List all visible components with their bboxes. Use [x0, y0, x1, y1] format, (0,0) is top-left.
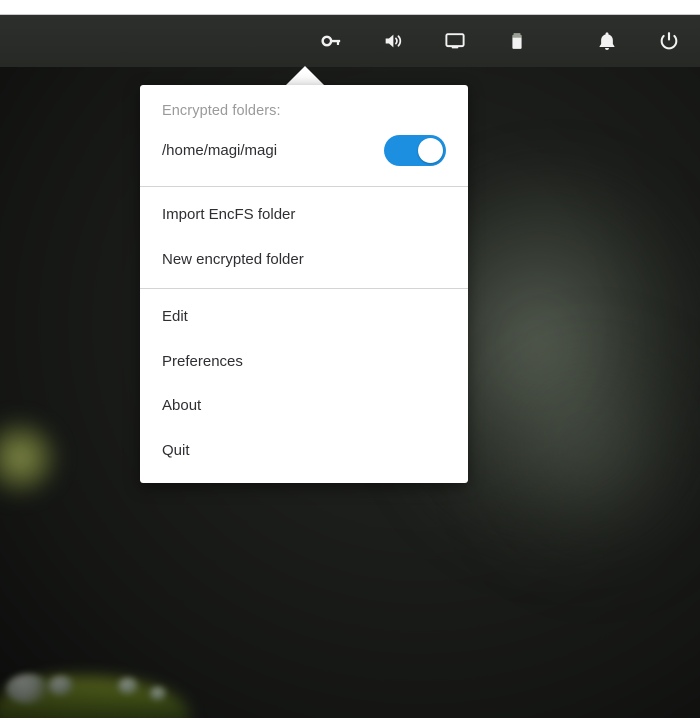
encrypted-folder-path: /home/magi/magi: [162, 142, 278, 159]
encrypted-folders-popup-menu: Encrypted folders: /home/magi/magi Impor…: [140, 85, 468, 483]
notification-bell-icon: [596, 30, 618, 52]
display-icon: [444, 30, 466, 52]
screen-top-strip: [0, 0, 700, 15]
app-menu-section: Edit Preferences About Quit: [140, 289, 468, 483]
menu-item-edit[interactable]: Edit: [140, 295, 468, 340]
popup-arrow: [285, 66, 325, 86]
power-icon: [658, 30, 680, 52]
menu-item-about[interactable]: About: [140, 384, 468, 429]
toggle-knob: [418, 138, 443, 163]
tray-display-button[interactable]: [424, 15, 486, 67]
tray-notifications-button[interactable]: [576, 15, 638, 67]
key-icon: [320, 30, 342, 52]
screen: Encrypted folders: /home/magi/magi Impor…: [0, 0, 700, 718]
menu-item-new-encrypted-folder[interactable]: New encrypted folder: [140, 238, 468, 283]
tray-volume-button[interactable]: [362, 15, 424, 67]
system-tray: [300, 15, 700, 67]
menu-item-import-encfs-folder[interactable]: Import EncFS folder: [140, 193, 468, 238]
menu-item-quit[interactable]: Quit: [140, 429, 468, 474]
top-panel: [0, 15, 700, 67]
battery-icon: [506, 30, 528, 52]
tray-spacer: [548, 15, 576, 67]
encrypted-folders-header: Encrypted folders:: [162, 103, 281, 119]
folders-section: Encrypted folders: /home/magi/magi: [140, 85, 468, 186]
menu-item-preferences[interactable]: Preferences: [140, 340, 468, 385]
tray-power-button[interactable]: [638, 15, 700, 67]
encrypted-folder-mount-toggle[interactable]: [384, 135, 446, 166]
tray-battery-button[interactable]: [486, 15, 548, 67]
folder-actions-section: Import EncFS folder New encrypted folder: [140, 187, 468, 288]
volume-icon: [382, 30, 404, 52]
tray-key-icon-button[interactable]: [300, 15, 362, 67]
encrypted-folder-row: /home/magi/magi: [140, 125, 468, 186]
